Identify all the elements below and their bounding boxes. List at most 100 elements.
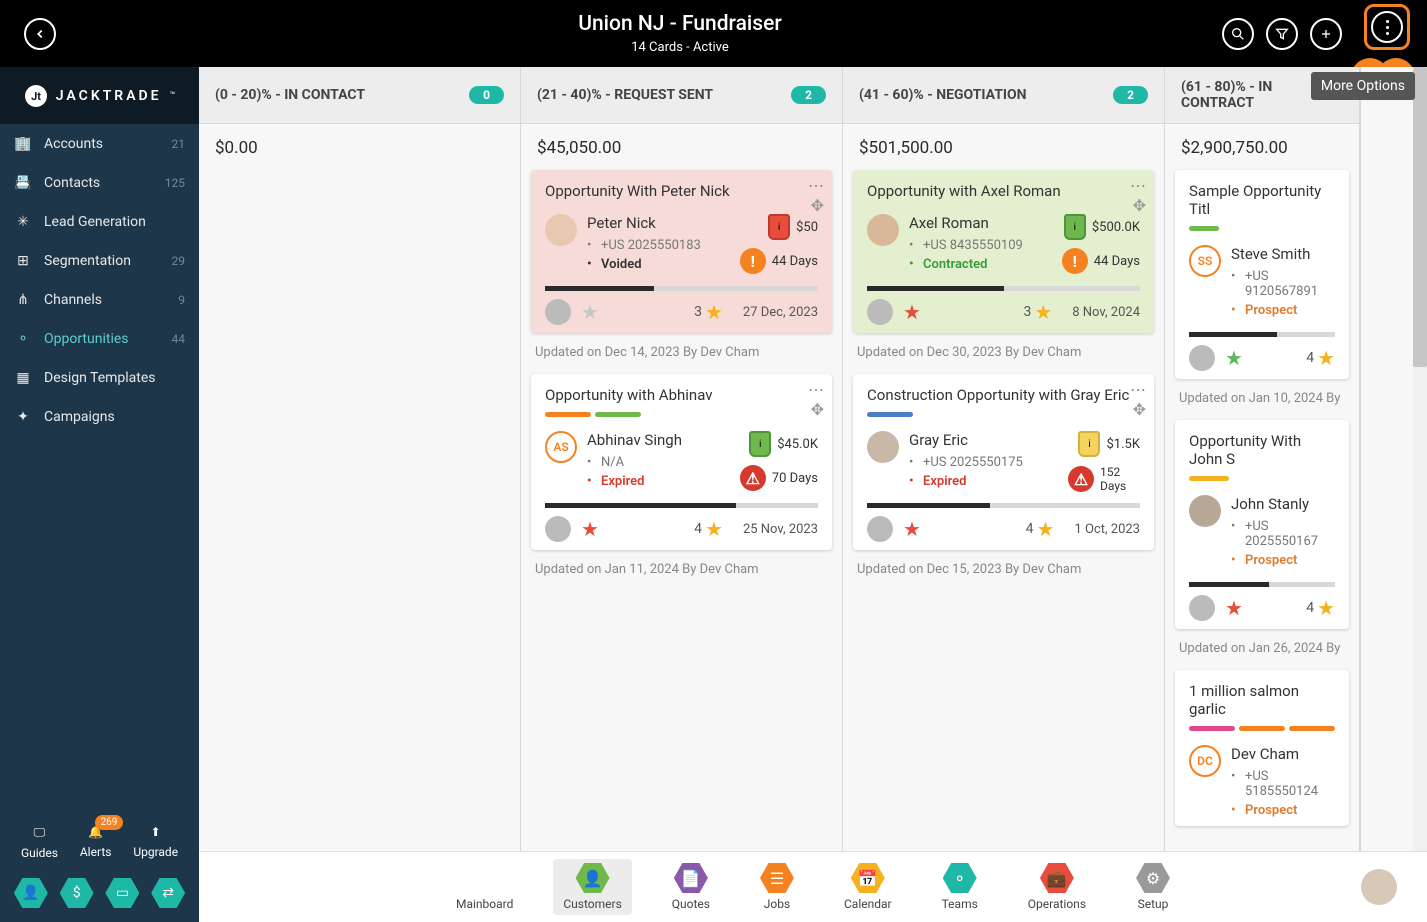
- sidebar: Jt JACKTRADE™ 🏢Accounts21 📇Contacts125 ✳…: [0, 67, 199, 922]
- page-subtitle: 14 Cards - Active: [578, 40, 782, 55]
- scrollbar-thumb[interactable]: [1413, 67, 1427, 367]
- hex-btn-1[interactable]: 👤: [14, 878, 48, 908]
- contact-phone: +US 5185550124: [1231, 769, 1335, 799]
- star-icon[interactable]: ★: [903, 517, 921, 541]
- drag-icon[interactable]: ✥: [1133, 400, 1146, 419]
- up-arrow-icon: ⬆: [151, 825, 161, 839]
- star-icon[interactable]: ★: [581, 517, 599, 541]
- card-title: Opportunity with Abhinav: [531, 374, 832, 412]
- card-menu-icon[interactable]: ⋯: [808, 176, 824, 195]
- card-amount: $1.5K: [1106, 437, 1140, 452]
- card-menu-icon[interactable]: ⋯: [1130, 380, 1146, 399]
- bottomnav-quotes[interactable]: 📄Quotes: [662, 859, 720, 915]
- sidebar-item-channels[interactable]: ⋔Channels9: [0, 280, 199, 319]
- owner-avatar: [867, 516, 893, 542]
- logo[interactable]: Jt JACKTRADE™: [0, 67, 199, 124]
- opportunity-card[interactable]: ⋯ ✥ Opportunity with Abhinav AS Abhinav …: [531, 374, 832, 550]
- sidebar-item-templates[interactable]: ▦Design Templates: [0, 358, 199, 397]
- bottomnav-customers[interactable]: 👤Customers: [553, 859, 631, 915]
- star-icon[interactable]: ★: [1225, 596, 1243, 620]
- card-amount: $50: [796, 220, 818, 235]
- sidebar-item-opportunities[interactable]: ⚬Opportunities44: [0, 319, 199, 358]
- opportunity-card[interactable]: ⋯ ✥ Opportunity With Peter Nick Peter Ni…: [531, 170, 832, 333]
- contact-name: Dev Cham: [1231, 745, 1335, 763]
- more-options-button[interactable]: [1364, 4, 1410, 50]
- sidebar-item-leadgen[interactable]: ✳Lead Generation: [0, 202, 199, 241]
- card-days: 44 Days: [1094, 254, 1140, 269]
- column-total: $0.00: [215, 138, 504, 158]
- kanban-board: (0 - 20)% - IN CONTACT 0 $0.00 (21 - 40)…: [199, 67, 1360, 851]
- bottom-nav: ◐Mainboard 👤Customers 📄Quotes ☰Jobs 📅Cal…: [199, 851, 1427, 922]
- column-negotiation: (41 - 60)% - NEGOTIATION 2 $501,500.00 ⋯…: [843, 67, 1165, 851]
- opportunities-icon: ⚬: [14, 330, 32, 348]
- guides-button[interactable]: 🖵Guides: [21, 825, 58, 860]
- card-menu-icon[interactable]: ⋯: [808, 380, 824, 399]
- bottomnav-operations[interactable]: 💼Operations: [1018, 859, 1096, 915]
- hex-btn-2[interactable]: $: [60, 878, 94, 908]
- sidebar-item-contacts[interactable]: 📇Contacts125: [0, 163, 199, 202]
- avatar: SS: [1189, 245, 1221, 277]
- column-request-sent: (21 - 40)% - REQUEST SENT 2 $45,050.00 ⋯…: [521, 67, 843, 851]
- card-title: Opportunity With John S: [1175, 420, 1349, 476]
- opportunity-card[interactable]: ⋯ ✥ Opportunity with Axel Roman Axel Rom…: [853, 170, 1154, 333]
- opportunity-card[interactable]: Sample Opportunity Titl SS Steve Smith +…: [1175, 170, 1349, 379]
- contacts-icon: 📇: [14, 174, 32, 192]
- star-icon[interactable]: ★: [581, 300, 599, 324]
- drag-icon[interactable]: ✥: [811, 400, 824, 419]
- card-title: Opportunity With Peter Nick: [531, 170, 832, 208]
- building-icon: 🏢: [14, 135, 32, 153]
- card-days: 70 Days: [772, 471, 818, 486]
- drag-icon[interactable]: ✥: [811, 196, 824, 215]
- upgrade-button[interactable]: ⬆Upgrade: [133, 825, 178, 860]
- contact-name: Abhinav Singh: [587, 431, 730, 449]
- alerts-button[interactable]: 269🔔Alerts: [80, 825, 112, 860]
- column-total: $45,050.00: [537, 138, 826, 158]
- card-updated: Updated on Jan 26, 2024 By: [1175, 635, 1349, 670]
- star-icon[interactable]: ★: [1225, 346, 1243, 370]
- card-days: 44 Days: [772, 254, 818, 269]
- card-title: Opportunity with Axel Roman: [853, 170, 1154, 208]
- column-in-contact: (0 - 20)% - IN CONTACT 0 $0.00: [199, 67, 521, 851]
- page-title: Union NJ - Fundraiser: [578, 12, 782, 36]
- sidebar-item-accounts[interactable]: 🏢Accounts21: [0, 124, 199, 163]
- hex-btn-3[interactable]: ▭: [105, 878, 139, 908]
- card-menu-icon[interactable]: ⋯: [1130, 176, 1146, 195]
- user-avatar[interactable]: [1361, 869, 1397, 905]
- contact-status: Voided: [587, 257, 730, 272]
- owner-avatar: [867, 299, 893, 325]
- template-icon: ▦: [14, 369, 32, 387]
- sidebar-item-segmentation[interactable]: ⊞Segmentation29: [0, 241, 199, 280]
- bottomnav-calendar[interactable]: 📅Calendar: [834, 859, 902, 915]
- hex-btn-4[interactable]: ⇄: [151, 878, 185, 908]
- star-icon[interactable]: ★: [903, 300, 921, 324]
- avatar: [867, 431, 899, 463]
- card-days: 152 Days: [1100, 465, 1140, 493]
- bottomnav-teams[interactable]: ⚬Teams: [932, 859, 988, 915]
- add-button[interactable]: [1310, 18, 1342, 50]
- sidebar-item-campaigns[interactable]: ✦Campaigns: [0, 397, 199, 436]
- owner-avatar: [1189, 345, 1215, 371]
- contact-phone: +US 2025550183: [587, 238, 730, 253]
- opportunity-card[interactable]: ⋯ ✥ Construction Opportunity with Gray E…: [853, 374, 1154, 550]
- warning-icon: !: [1062, 248, 1088, 274]
- scrollbar-track[interactable]: [1413, 67, 1427, 851]
- search-button[interactable]: [1222, 18, 1254, 50]
- opportunity-card[interactable]: Opportunity With John S John Stanly +US …: [1175, 420, 1349, 629]
- opportunity-card[interactable]: 1 million salmon garlic DC Dev Cham +US …: [1175, 670, 1349, 826]
- bottomnav-jobs[interactable]: ☰Jobs: [750, 859, 804, 915]
- contact-status: Expired: [587, 474, 730, 489]
- page-title-block: Union NJ - Fundraiser 14 Cards - Active: [578, 12, 782, 55]
- bottomnav-mainboard[interactable]: ◐Mainboard: [446, 859, 523, 915]
- column-header: (41 - 60)% - NEGOTIATION 2: [843, 67, 1164, 124]
- drag-icon[interactable]: ✥: [1133, 196, 1146, 215]
- column-count-pill: 2: [1113, 86, 1148, 104]
- channels-icon: ⋔: [14, 291, 32, 309]
- shield-icon: i: [749, 431, 771, 457]
- shield-icon: i: [768, 214, 790, 240]
- bottomnav-setup[interactable]: ⚙Setup: [1126, 859, 1180, 915]
- filter-button[interactable]: [1266, 18, 1298, 50]
- back-button[interactable]: [24, 18, 56, 50]
- owner-avatar: [545, 516, 571, 542]
- contact-phone: N/A: [587, 455, 730, 470]
- header-actions: [1222, 18, 1342, 50]
